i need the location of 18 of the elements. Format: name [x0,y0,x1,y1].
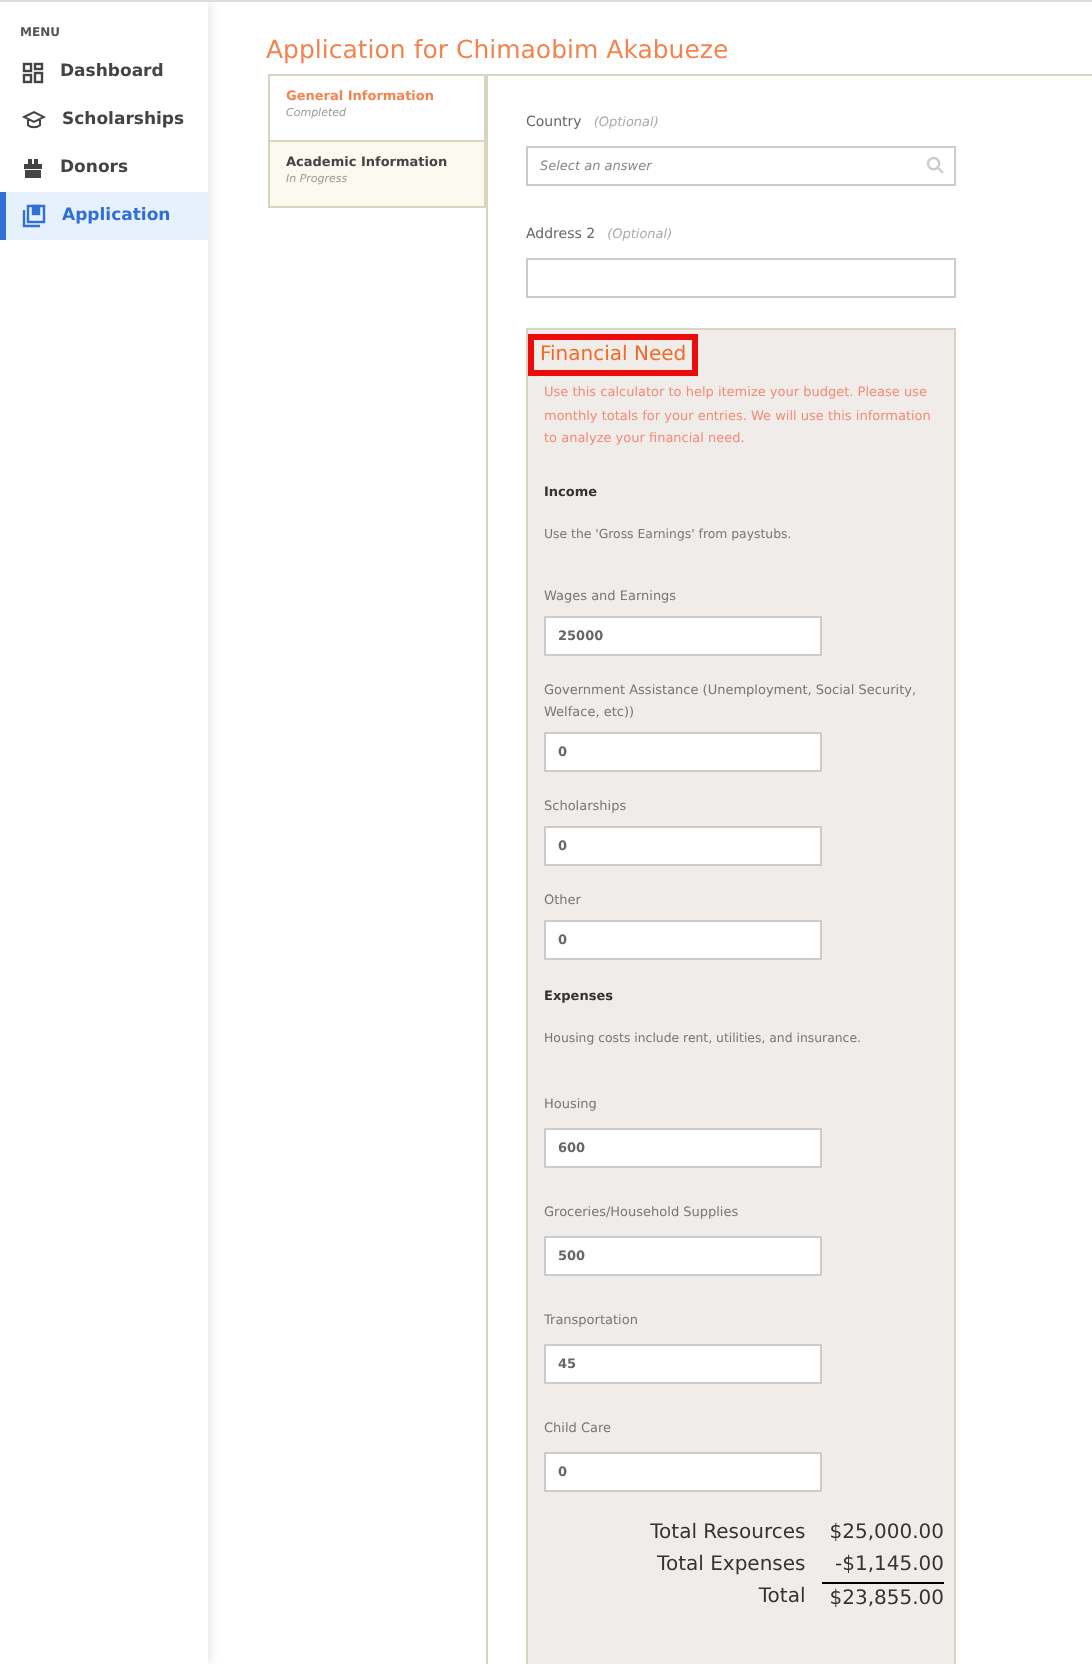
total-label: Total Resources [650,1519,806,1547]
total-label: Total [756,1583,806,1611]
page-title: Application for Chimaobim Akabueze [266,34,731,64]
total-value: $23,855.00 [821,1581,944,1615]
sidebar-item[interactable]: Application [0,192,208,240]
total-label: Total Expenses [655,1551,806,1579]
search-icon [926,156,944,174]
sidebar-item[interactable]: Donors [0,144,208,192]
sidebar-item[interactable]: Dashboard [0,48,208,96]
graduation-cap-icon [22,110,46,130]
total-value: -$1,145.00 [832,1551,944,1579]
section-title: Financial Need [528,334,699,376]
total-value: $25,000.00 [827,1519,944,1547]
input-field[interactable] [526,258,956,298]
sidebar-item[interactable]: Scholarships [0,96,208,144]
document-stack-icon [22,204,46,228]
grid-icon [22,61,44,83]
gift-icon [22,158,44,178]
